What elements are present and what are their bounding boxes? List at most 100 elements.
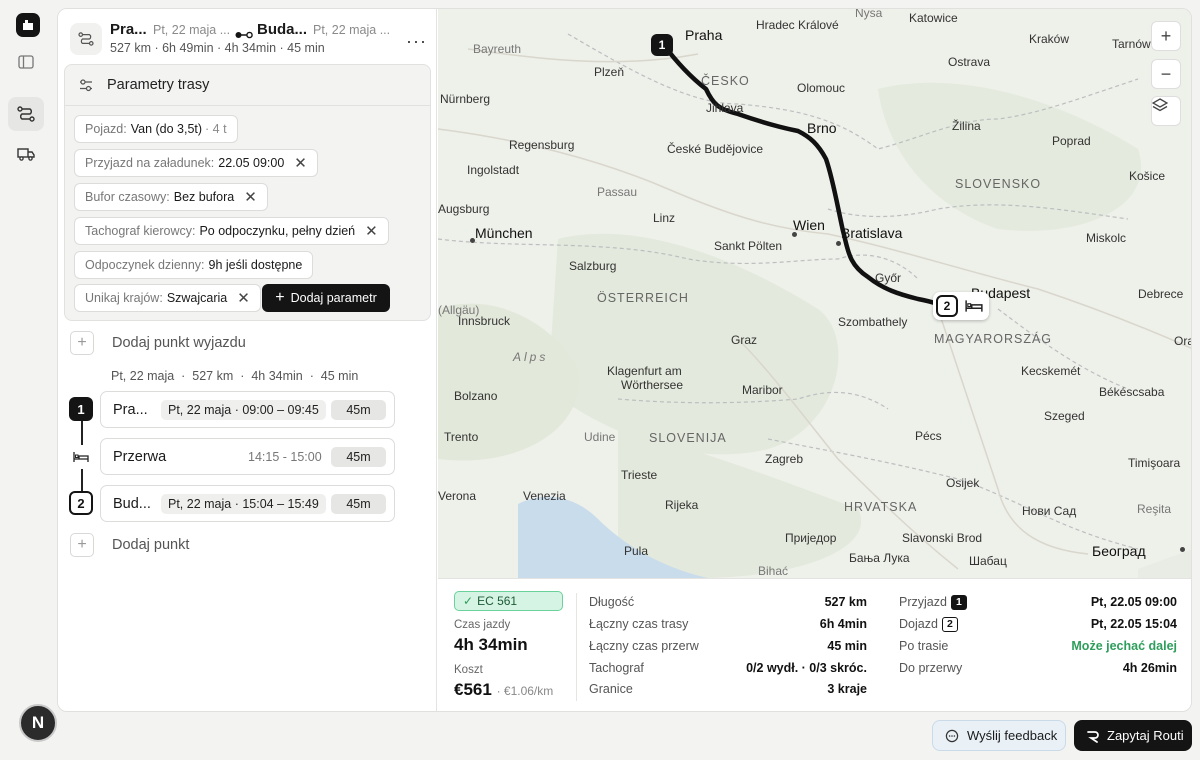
metric-label: Tachograf (589, 661, 644, 675)
close-icon[interactable]: ✕ (244, 190, 257, 205)
stop-marker: 2 (69, 491, 93, 515)
close-icon[interactable]: ✕ (237, 291, 250, 306)
map-label: SLOVENSKO (955, 177, 1042, 191)
map-label: České Budějovice (667, 142, 764, 156)
route-status-label: Po trasie (899, 639, 949, 653)
map-label: Brno (807, 120, 837, 136)
stop-duration[interactable]: 45m (331, 447, 386, 467)
day-summary: Pt, 22 maja · 527 km · 4h 34min · 45 min (111, 369, 359, 383)
map-label: München (475, 225, 533, 241)
stop-card-origin[interactable]: Pra... Pt, 22 maja · 09:00 – 09:45 45m (100, 391, 395, 428)
map-label: Augsburg (438, 202, 490, 216)
map-label: Kecskemét (1021, 364, 1081, 378)
map-label: Tarnów (1112, 37, 1151, 51)
metric-value: 0/2 wydł. · 0/3 skróc. (746, 661, 867, 675)
city-dot (836, 241, 841, 246)
map-label: Bayreuth (473, 42, 522, 56)
metric-label: Granice (589, 682, 633, 696)
stop-card-break[interactable]: Przerwa 14:15 - 15:00 45m (100, 438, 395, 475)
more-options-icon[interactable]: ··· (406, 31, 427, 52)
route-panel: Pra... Pt, 22 maja ... Buda... Pt, 22 ma… (58, 9, 437, 711)
stop-duration[interactable]: 45m (331, 494, 386, 514)
add-point-row[interactable]: + Dodaj punkt (70, 533, 189, 557)
metric-label: Łączny czas przerw (589, 639, 699, 653)
route-map[interactable]: Praha Hradec Králové Nysa Katowice Krakó… (438, 9, 1191, 578)
metric-label: Łączny czas trasy (589, 617, 689, 631)
route-destination-date: Pt, 22 maja ... (313, 23, 391, 37)
map-pin-origin[interactable]: 1 (651, 34, 673, 56)
map-label: Wörthersee (621, 378, 684, 392)
chip-value: Van (do 3,5t) (130, 122, 203, 136)
add-parameter-label: Dodaj parametr (290, 291, 377, 305)
cost-per-km: · €1.06/km (496, 684, 554, 698)
map-label: Košice (1129, 169, 1166, 183)
metric-label: Długość (589, 595, 635, 609)
map-label: Békéscsaba (1099, 385, 1165, 399)
check-icon: ✓ (463, 594, 474, 608)
stop-name: Pra... (113, 402, 148, 418)
cost-value: €561 (454, 680, 492, 699)
stop-time: Pt, 22 maja · 15:04 – 15:49 (161, 494, 326, 514)
zoom-in-button[interactable]: + (1151, 21, 1181, 51)
param-chip-avoid-countries[interactable]: Unikaj krajów: Szwajcaria ✕ (74, 284, 261, 312)
map-label: Bratislava (841, 225, 903, 241)
plus-icon: + (275, 289, 285, 306)
metric-row: Tachograf 0/2 wydł. · 0/3 skróc. (589, 661, 867, 675)
param-chip-rest[interactable]: Odpoczynek dzienny: 9h jeśli dostępne (74, 251, 314, 279)
zoom-out-button[interactable]: − (1151, 59, 1181, 89)
route-status-row: Po trasie Może jechać dalej (899, 639, 1177, 653)
map-label: Нови Сад (1022, 504, 1077, 518)
map-label: Zagreb (765, 452, 804, 466)
metric-value: 527 km (824, 595, 867, 609)
break-time: 14:15 - 15:00 (248, 450, 322, 464)
app-logo-icon[interactable] (16, 13, 40, 37)
route-parameters: Parametry trasy Pojazd: Van (do 3,5t) · … (64, 64, 431, 321)
route-summary: ✓ EC 561 Czas jazdy 4h 34min Koszt €561 … (438, 578, 1191, 711)
routes-nav-icon[interactable] (8, 97, 44, 131)
param-chip-buffer[interactable]: Bufor czasowy: Bez bufora ✕ (74, 183, 268, 211)
arrival-row: Przyjazd 1 Pt, 22.05 09:00 (899, 595, 1177, 610)
close-icon[interactable]: ✕ (294, 156, 307, 171)
sidebar-toggle-icon[interactable] (8, 45, 44, 79)
map-label: Szeged (1044, 409, 1085, 423)
add-parameter-button[interactable]: + Dodaj parametr (262, 284, 390, 312)
map-label: Бања Лука (849, 551, 910, 565)
map-label: Osijek (946, 476, 980, 490)
vehicles-nav-icon[interactable] (8, 137, 44, 171)
feedback-button[interactable]: Wyślij feedback (932, 720, 1066, 751)
route-origin-name: Pra... (110, 21, 147, 38)
layers-button[interactable] (1151, 96, 1181, 126)
map-label: Alps (513, 350, 549, 364)
add-departure-row[interactable]: + Dodaj punkt wyjazdu (70, 331, 246, 355)
ask-routi-button[interactable]: Zapytaj Routi (1074, 720, 1192, 751)
cost-label: Koszt (454, 664, 483, 676)
map-label: Nürnberg (440, 92, 491, 106)
bed-icon (69, 445, 93, 469)
stop-name: Przerwa (113, 449, 167, 465)
user-avatar[interactable]: N (19, 704, 57, 742)
map-label: Pula (624, 544, 649, 558)
map-label: Miskolc (1086, 231, 1127, 245)
ask-routi-label: Zapytaj Routi (1107, 728, 1184, 743)
metric-row: Długość 527 km (589, 595, 867, 609)
stop-number-badge: 2 (941, 617, 958, 632)
stop-duration[interactable]: 45m (331, 400, 386, 420)
summary-divider (576, 593, 577, 701)
stop-name: Bud... (113, 496, 151, 512)
param-chip-vehicle[interactable]: Pojazd: Van (do 3,5t) · 4 t (74, 115, 238, 143)
metric-row: Granice 3 kraje (589, 682, 867, 696)
param-chip-arrival[interactable]: Przyjazd na załadunek: 22.05 09:00 ✕ (74, 149, 318, 177)
close-icon[interactable]: ✕ (365, 224, 378, 239)
left-rail: N (0, 0, 57, 760)
chip-label: Unikaj krajów: (85, 291, 163, 305)
params-header[interactable]: Parametry trasy (65, 65, 430, 106)
map-label: Katowice (909, 11, 958, 25)
map-label: Maribor (742, 383, 783, 397)
map-label: Graz (731, 333, 758, 347)
plus-icon: + (70, 331, 94, 355)
map-label: Klagenfurt am (607, 364, 682, 378)
param-chip-tachograph[interactable]: Tachograf kierowcy: Po odpoczynku, pełny… (74, 217, 389, 245)
stop-card-destination[interactable]: Bud... Pt, 22 maja · 15:04 – 15:49 45m (100, 485, 395, 522)
map-pin-destination-group[interactable]: 2 (933, 292, 989, 320)
map-label: Ingolstadt (467, 163, 520, 177)
